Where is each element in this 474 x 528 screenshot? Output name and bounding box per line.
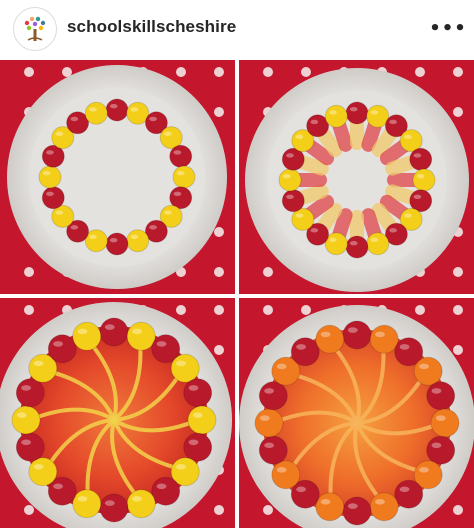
photo-panel-4: [239, 298, 474, 528]
more-options-button[interactable]: •••: [429, 13, 467, 43]
username[interactable]: schoolskillscheshire: [67, 17, 236, 37]
more-options-icon: •••: [429, 17, 467, 39]
photo-panel-1: [0, 60, 235, 294]
child-tree-logo-icon: [16, 10, 54, 48]
post-header: schoolskillscheshire •••: [0, 0, 474, 60]
skittles-rainbow-experiment-photo: [0, 60, 474, 528]
avatar[interactable]: [13, 7, 57, 51]
photo-panel-3: [0, 298, 235, 528]
photo-panel-2: [239, 60, 474, 294]
post-photo[interactable]: [0, 60, 474, 528]
